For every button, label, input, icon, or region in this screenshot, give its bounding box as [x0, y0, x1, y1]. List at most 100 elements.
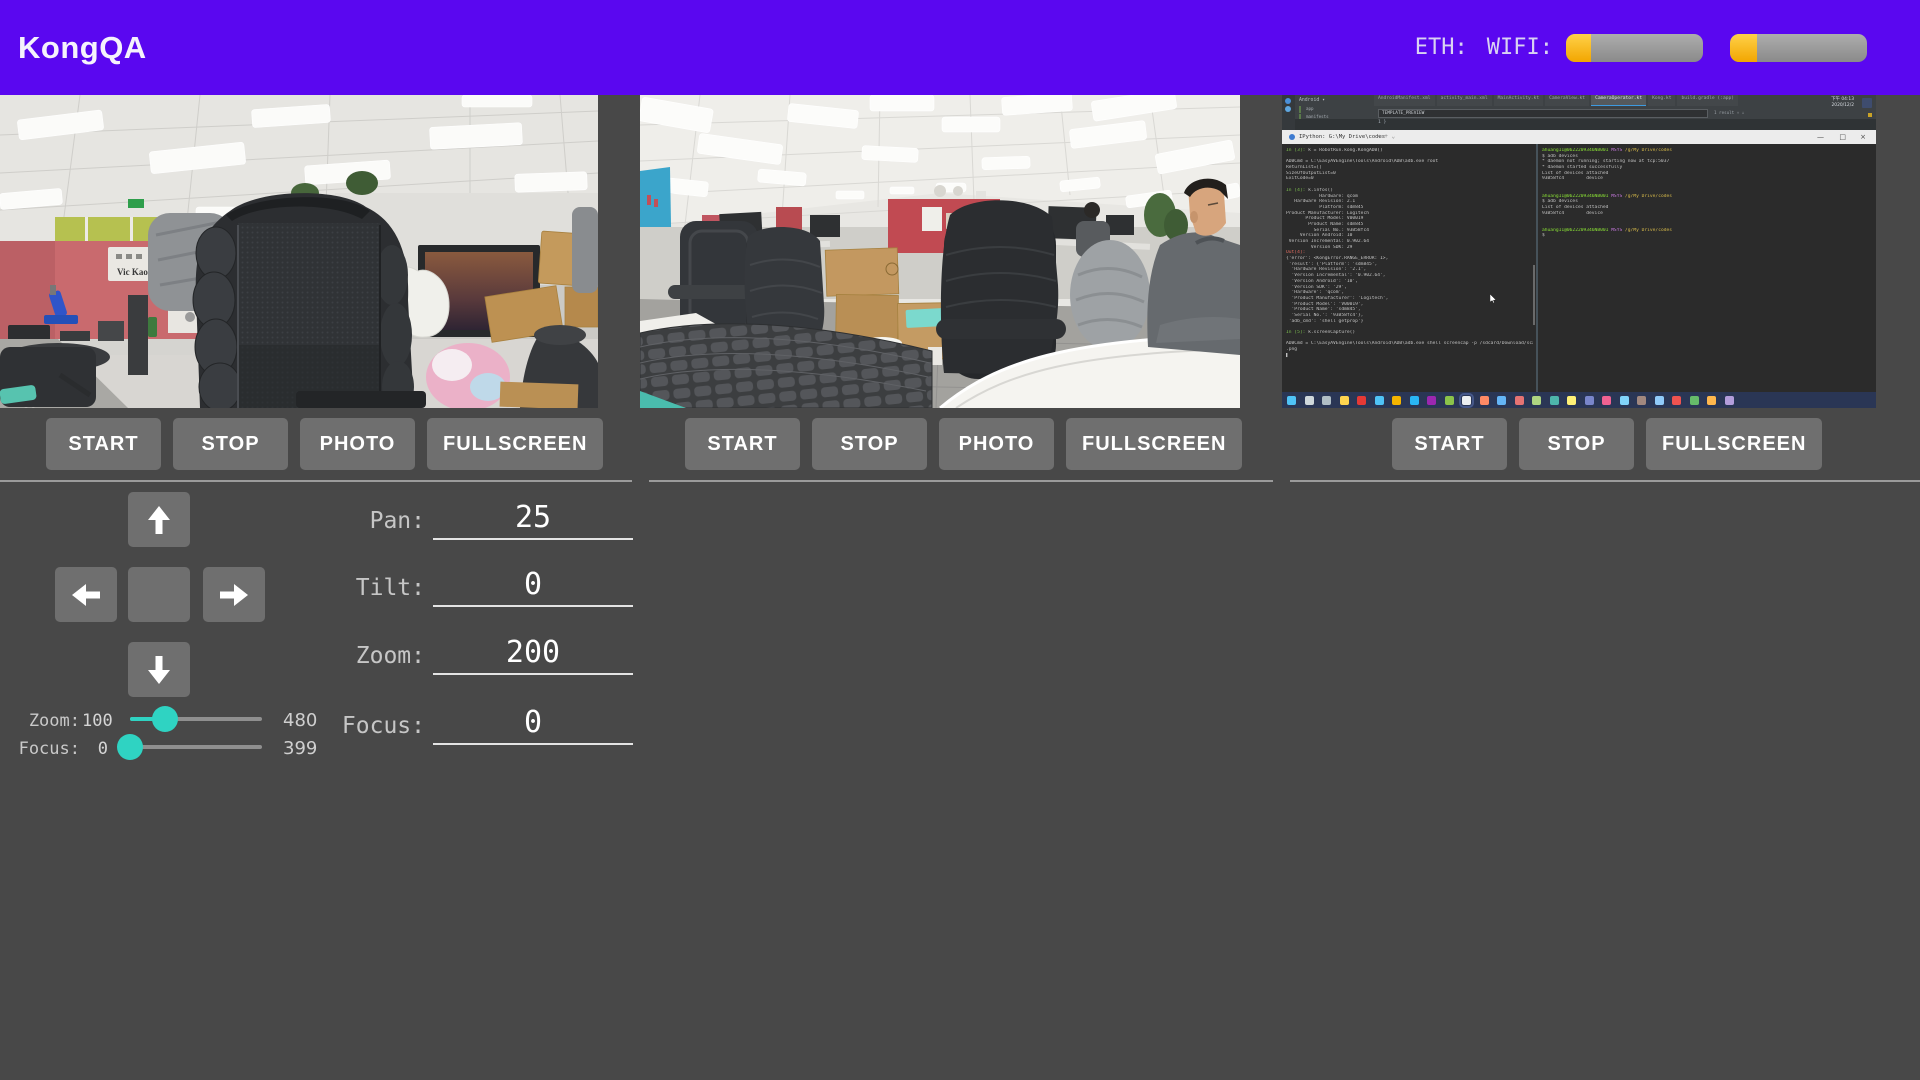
desktop-taskbar — [1282, 392, 1876, 408]
taskbar-icon-5 — [1375, 396, 1384, 405]
camera3-button-fullscreen[interactable]: FULLSCREEN — [1646, 418, 1822, 470]
focus-slider-value: 0 — [82, 739, 108, 759]
taskbar-icon-7 — [1410, 396, 1419, 405]
tilt-input[interactable]: 0 — [433, 567, 633, 607]
zoom-field-label: Zoom: — [300, 643, 425, 675]
pan-left-button[interactable] — [55, 567, 117, 622]
ipython-icon — [1289, 134, 1295, 140]
taskbar-icon-19 — [1620, 396, 1629, 405]
camera-2-image — [640, 95, 1240, 408]
taskbar-icon-4 — [1357, 396, 1366, 405]
tilt-field-row: Tilt: 0 — [300, 567, 633, 607]
panel-3-divider — [1290, 480, 1920, 482]
ide-rail — [1282, 95, 1295, 130]
focus-slider-label: Focus: — [0, 739, 80, 759]
taskbar-icon-11 — [1480, 396, 1489, 405]
taskbar-icon-6 — [1392, 396, 1401, 405]
taskbar-icon-24 — [1707, 396, 1716, 405]
taskbar-icon-21 — [1655, 396, 1664, 405]
ide-status-square — [1868, 113, 1872, 117]
ide-search-bar: TEMPLATE_PREVIEW — [1378, 109, 1708, 118]
taskbar-icon-18 — [1602, 396, 1611, 405]
camera2-button-photo[interactable]: PHOTO — [939, 418, 1054, 470]
terminal-right-pane: ahuang11@0622209346NB001 MSYS /g/My Driv… — [1542, 148, 1872, 239]
taskbar-clock: 下午 04:13 2020/12/2 — [1831, 97, 1854, 109]
ide-icon-2 — [1285, 106, 1291, 112]
nameplate-text: Vic Kao — [117, 267, 148, 277]
ide-tab-bar: AndroidManifest.xmlactivity_main.xmlMain… — [1374, 95, 1738, 106]
camera2-button-fullscreen[interactable]: FULLSCREEN — [1066, 418, 1242, 470]
pan-field-row: Pan: 25 — [300, 500, 633, 540]
panel-2-divider — [649, 480, 1273, 482]
camera-1-image: Vic Kao — [0, 95, 598, 408]
pan-down-button[interactable] — [128, 642, 190, 697]
taskbar-icon-22 — [1672, 396, 1681, 405]
pan-field-label: Pan: — [300, 508, 425, 540]
camera1-button-photo[interactable]: PHOTO — [300, 418, 415, 470]
mouse-cursor-icon — [1490, 294, 1496, 303]
taskbar-icon-12 — [1497, 396, 1506, 405]
zoom-slider-track[interactable] — [130, 717, 262, 721]
zoom-input[interactable]: 200 — [433, 635, 633, 675]
app-title: KongQA — [18, 30, 147, 66]
terminal-window-title: IPython: G:\My Drive\codes — [1299, 134, 1385, 140]
eth-label: ETH: — [1415, 35, 1468, 60]
ide-tab-mainactivity-kt: MainActivity.kt — [1494, 95, 1544, 106]
arrow-down-icon — [146, 655, 172, 685]
ide-tab-kong-kt: Kong.kt — [1648, 95, 1675, 106]
terminal-tab-controls: × + ⌄ — [1377, 133, 1395, 140]
ide-tab-build-gradle-app-: build.gradle (:app) — [1677, 95, 1738, 106]
focus-input[interactable]: 0 — [433, 705, 633, 745]
clock-date: 2020/12/2 — [1831, 103, 1854, 109]
taskbar-icon-8 — [1427, 396, 1436, 405]
taskbar-icon-9 — [1445, 396, 1454, 405]
ide-strip: Android ▾ AndroidManifest.xmlactivity_ma… — [1282, 95, 1876, 130]
app-header: KongQA ETH: WIFI: — [0, 0, 1920, 95]
eth-level-bar — [1566, 34, 1703, 62]
camera2-button-stop[interactable]: STOP — [812, 418, 927, 470]
terminal-area: In [3]: k = RobotRun.kong.KongADB() ADBC… — [1282, 144, 1876, 392]
camera1-button-stop[interactable]: STOP — [173, 418, 288, 470]
close-icon: × — [1860, 133, 1866, 141]
eth-level-fill — [1566, 34, 1591, 62]
camera-3-buttons: STARTSTOPFULLSCREEN — [1392, 418, 1822, 470]
taskbar-icon-0 — [1287, 396, 1296, 405]
camera-3-feed: Android ▾ AndroidManifest.xmlactivity_ma… — [1282, 95, 1876, 408]
terminal-pane-divider — [1536, 144, 1538, 392]
taskbar-icon-1 — [1305, 396, 1314, 405]
taskbar-icon-25 — [1725, 396, 1734, 405]
taskbar-icon-14 — [1532, 396, 1541, 405]
camera1-button-fullscreen[interactable]: FULLSCREEN — [427, 418, 603, 470]
terminal-window-titlebar: IPython: G:\My Drive\codes × + ⌄ — □ × — [1282, 130, 1876, 144]
camera-1-buttons: STARTSTOPPHOTOFULLSCREEN — [46, 418, 603, 470]
panel-1-divider — [0, 480, 632, 482]
zoom-slider-thumb[interactable] — [152, 706, 178, 732]
focus-slider-thumb[interactable] — [117, 734, 143, 760]
ide-tab-androidmanifest-xml: AndroidManifest.xml — [1374, 95, 1435, 106]
tray-icon — [1862, 98, 1872, 108]
minimize-icon: — — [1817, 133, 1824, 141]
arrow-right-icon — [219, 582, 249, 608]
camera3-button-start[interactable]: START — [1392, 418, 1507, 470]
tilt-field-label: Tilt: — [300, 575, 425, 607]
camera2-button-start[interactable]: START — [685, 418, 800, 470]
ide-search-result: 1 result ↑ ↓ — [1714, 110, 1744, 115]
focus-slider-track[interactable] — [130, 745, 262, 749]
wifi-label: WIFI: — [1487, 35, 1553, 60]
ide-tab-cameraoperator-kt: CameraOperator.kt — [1591, 95, 1646, 106]
terminal-left-pane: In [3]: k = RobotRun.kong.KongADB() ADBC… — [1286, 148, 1533, 358]
taskbar-icon-2 — [1322, 396, 1331, 405]
camera-2-feed — [640, 95, 1240, 408]
camera-1-feed: Vic Kao — [0, 95, 598, 408]
pan-center-button[interactable] — [128, 567, 190, 622]
pan-input[interactable]: 25 — [433, 500, 633, 540]
taskbar-icon-20 — [1637, 396, 1646, 405]
pan-right-button[interactable] — [203, 567, 265, 622]
taskbar-icon-23 — [1690, 396, 1699, 405]
camera1-button-start[interactable]: START — [46, 418, 161, 470]
ide-tab-cameraview-kt: CameraView.kt — [1545, 95, 1589, 106]
pan-up-button[interactable] — [128, 492, 190, 547]
camera3-button-stop[interactable]: STOP — [1519, 418, 1634, 470]
zoom-field-row: Zoom: 200 — [300, 635, 633, 675]
taskbar-icon-13 — [1515, 396, 1524, 405]
